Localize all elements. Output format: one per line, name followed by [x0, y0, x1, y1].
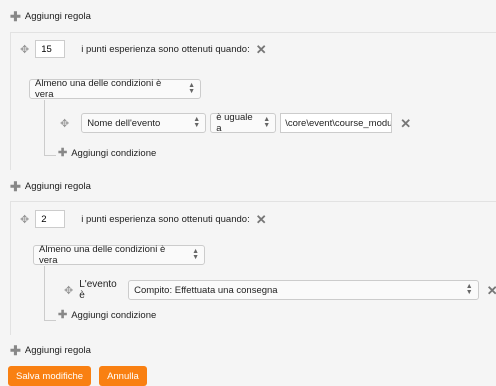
select-arrows-icon: ▲ ▼ — [193, 116, 201, 129]
rule-2-header: ✥ i punti esperienza sono ottenuti quand… — [20, 210, 267, 228]
rule-1-header: ✥ i punti esperienza sono ottenuti quand… — [20, 40, 267, 58]
points-obtained-text: i punti esperienza sono ottenuti quando: — [81, 43, 250, 55]
select-arrows-icon: ▲ ▼ — [188, 82, 195, 95]
event-value: Compito: Effettuata una consegna — [134, 284, 278, 296]
tree-line — [44, 266, 45, 320]
event-select[interactable]: Compito: Effettuata una consegna ▲ ▼ — [128, 280, 479, 300]
add-rule-link-middle[interactable]: ✚ Aggiungi regola — [0, 174, 496, 198]
delete-rule-icon[interactable]: ✕ — [256, 213, 267, 226]
condition-property-value: Nome dell'evento — [87, 117, 161, 129]
plus-icon: ✚ — [10, 8, 21, 24]
select-arrows-icon: ▲ ▼ — [192, 248, 199, 261]
select-arrows-icon: ▲ ▼ — [263, 116, 271, 129]
condition-operator-select[interactable]: è uguale a ▲ ▼ — [210, 112, 277, 134]
delete-condition-icon[interactable]: ✕ — [487, 284, 496, 297]
add-rule-link-top[interactable]: ✚ Aggiungi regola — [0, 4, 496, 28]
points-input-rule-1[interactable] — [35, 40, 66, 58]
save-changes-button[interactable]: Salva modifiche — [8, 366, 92, 386]
condition-property-select[interactable]: Nome dell'evento ▲ ▼ — [81, 113, 207, 133]
tree-line — [44, 100, 45, 155]
add-condition-label: Aggiungi condizione — [71, 310, 157, 321]
add-rule-label: Aggiungi regola — [24, 344, 91, 356]
plus-icon: ✚ — [10, 342, 21, 358]
condition-mode-value: Almeno una delle condizioni è vera — [39, 244, 166, 266]
rule-2-condition-row: ✥ L'evento è Compito: Effettuata una con… — [64, 279, 496, 301]
condition-value-input[interactable]: \core\event\course_modu — [280, 113, 393, 133]
add-rule-label: Aggiungi regola — [24, 10, 91, 22]
add-rule-label: Aggiungi regola — [24, 180, 91, 192]
form-actions: Salva modifiche Annulla — [8, 366, 147, 386]
tree-line — [44, 155, 56, 156]
add-rule-link-bottom[interactable]: ✚ Aggiungi regola — [0, 338, 496, 362]
drag-handle-icon[interactable]: ✥ — [64, 284, 73, 297]
event-label: L'evento è — [79, 279, 117, 301]
rule-1-condition-row: ✥ Nome dell'evento ▲ ▼ è uguale a ▲ ▼ \cor… — [60, 112, 411, 134]
add-condition-link-rule-2[interactable]: ✚ Aggiungi condizione — [58, 309, 157, 322]
drag-handle-icon[interactable]: ✥ — [20, 213, 29, 226]
page: { "add_rule_label": "Aggiungi regola", "… — [0, 0, 496, 386]
delete-condition-icon[interactable]: ✕ — [400, 117, 411, 130]
condition-mode-value: Almeno una delle condizioni è vera — [35, 78, 162, 100]
drag-handle-icon[interactable]: ✥ — [60, 117, 69, 130]
plus-icon: ✚ — [10, 178, 21, 194]
add-condition-label: Aggiungi condizione — [71, 148, 157, 159]
cancel-button[interactable]: Annulla — [99, 366, 147, 386]
delete-rule-icon[interactable]: ✕ — [256, 43, 267, 56]
condition-value-text: \core\event\course_modu — [285, 117, 393, 129]
points-obtained-text: i punti esperienza sono ottenuti quando: — [81, 213, 250, 225]
add-condition-link-rule-1[interactable]: ✚ Aggiungi condizione — [58, 147, 157, 160]
points-input-rule-2[interactable] — [35, 210, 66, 228]
condition-mode-select-rule-2[interactable]: Almeno una delle condizioni è vera ▲ ▼ — [33, 244, 205, 266]
drag-handle-icon[interactable]: ✥ — [20, 43, 29, 56]
plus-icon: ✚ — [58, 309, 68, 321]
condition-operator-value: è uguale a — [216, 112, 253, 134]
select-arrows-icon: ▲ ▼ — [465, 283, 473, 296]
condition-mode-select-rule-1[interactable]: Almeno una delle condizioni è vera ▲ ▼ — [29, 78, 201, 100]
tree-line — [44, 320, 56, 321]
plus-icon: ✚ — [58, 147, 68, 159]
